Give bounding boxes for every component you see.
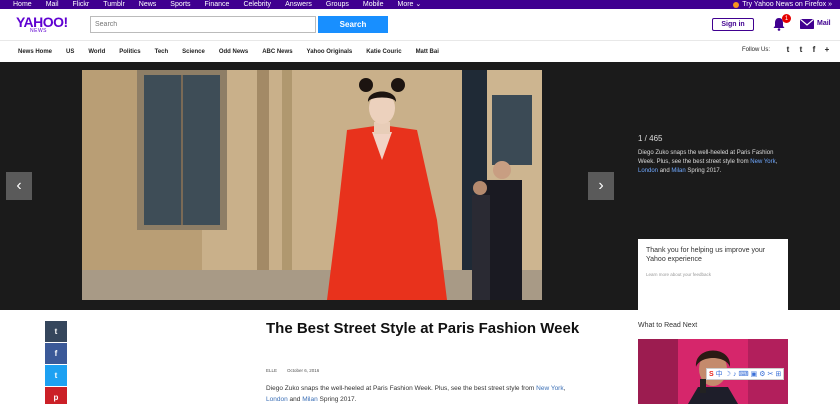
top-link-finance[interactable]: Finance <box>198 0 237 9</box>
search-button[interactable]: Search <box>318 16 388 33</box>
pinterest-share-icon: p <box>53 393 59 402</box>
twitter-icon[interactable]: t <box>797 45 805 54</box>
nav-science[interactable]: Science <box>182 49 205 55</box>
summary-link-london[interactable]: London <box>266 396 288 403</box>
facebook-share-icon: f <box>54 349 58 358</box>
summary-tail: Spring 2017. <box>319 396 357 403</box>
caption-link-new-york[interactable]: New York <box>750 159 775 165</box>
moon-icon[interactable]: ☽ <box>725 370 731 378</box>
street-style-photo <box>82 70 542 300</box>
caption-separator: , <box>775 159 778 165</box>
nav-us[interactable]: US <box>66 49 74 55</box>
top-link-more[interactable]: More ⌄ <box>391 0 429 9</box>
top-link-tumblr[interactable]: Tumblr <box>96 0 132 9</box>
share-facebook-button[interactable]: f <box>45 343 67 364</box>
nav-odd-news[interactable]: Odd News <box>219 49 248 55</box>
tumblr-icon[interactable]: t <box>784 45 792 54</box>
facebook-icon[interactable]: f <box>810 45 818 54</box>
nav-abc-news[interactable]: ABC News <box>262 49 292 55</box>
input-method-toolbar: S 中 ☽ ♪ ⌨ ▣ ⚙ ✂ ⊞ <box>706 368 785 380</box>
tumblr-share-icon: t <box>54 327 58 336</box>
follow-us-label: Follow Us: <box>742 47 771 53</box>
top-link-celebrity[interactable]: Celebrity <box>236 0 278 9</box>
summary-separator: , <box>563 385 566 392</box>
top-link-home[interactable]: Home <box>6 0 39 9</box>
slide-caption: Diego Zuko snaps the well-heeled at Pari… <box>638 149 783 176</box>
settings-icon[interactable]: ⚙ <box>759 370 765 378</box>
nav-politics[interactable]: Politics <box>119 49 140 55</box>
article-summary: Diego Zuko snaps the well-heeled at Pari… <box>266 383 586 404</box>
slide-photo[interactable] <box>82 70 542 300</box>
toolbox-icon[interactable]: ⊞ <box>775 370 781 378</box>
top-link-groups[interactable]: Groups <box>319 0 356 9</box>
twitter-share-icon: t <box>54 371 58 380</box>
top-link-answers[interactable]: Answers <box>278 0 319 9</box>
caption-tail: Spring 2017. <box>687 168 722 174</box>
feedback-title: Thank you for helping us improve your Ya… <box>646 247 766 263</box>
share-buttons: t f t p <box>45 321 67 404</box>
article-meta: ELLE October 6, 2016 <box>266 368 319 373</box>
skin-icon[interactable]: ▣ <box>751 370 758 378</box>
top-utility-bar: Home Mail Flickr Tumblr News Sports Fina… <box>0 0 840 9</box>
what-to-read-next-title: What to Read Next <box>638 322 698 329</box>
search-input[interactable] <box>90 16 316 33</box>
nav-world[interactable]: World <box>88 49 105 55</box>
sogou-logo-icon[interactable]: S <box>709 370 714 378</box>
header: YAHOO! NEWS Search Sign in 1 Mail <box>0 9 840 40</box>
yahoo-news-sublogo: NEWS <box>30 28 47 34</box>
top-links: Home Mail Flickr Tumblr News Sports Fina… <box>0 0 428 9</box>
notification-badge: 1 <box>782 14 791 23</box>
keyboard-icon[interactable]: ⌨ <box>738 370 748 378</box>
top-link-mail[interactable]: Mail <box>39 0 66 9</box>
news-nav: News Home US World Politics Tech Science… <box>0 40 840 62</box>
google-plus-icon[interactable]: + <box>823 45 831 54</box>
summary-text: Diego Zuko snaps the well-heeled at Pari… <box>266 385 535 392</box>
nav-matt-bai[interactable]: Matt Bai <box>416 49 439 55</box>
nav-katie-couric[interactable]: Katie Couric <box>366 49 401 55</box>
firefox-promo-label: Try Yahoo News on Firefox » <box>742 1 832 8</box>
caption-and: and <box>659 168 670 174</box>
caption-link-milan[interactable]: Milan <box>671 168 685 174</box>
mail-link[interactable]: Mail <box>817 20 831 27</box>
share-twitter-button[interactable]: t <box>45 365 67 386</box>
article-title: The Best Street Style at Paris Fashion W… <box>266 320 580 337</box>
chevron-left-icon: ‹ <box>16 177 22 194</box>
caption-link-london[interactable]: London <box>638 168 658 174</box>
voice-icon[interactable]: ♪ <box>733 370 737 378</box>
nav-news-home[interactable]: News Home <box>18 49 52 55</box>
article-source[interactable]: ELLE <box>266 368 277 373</box>
firefox-icon <box>733 1 740 8</box>
top-link-news[interactable]: News <box>132 0 164 9</box>
summary-link-milan[interactable]: Milan <box>302 396 318 403</box>
next-slide-button[interactable]: › <box>588 172 614 200</box>
feedback-learn-more-link[interactable]: Learn more about your feedback <box>646 272 780 277</box>
nav-yahoo-originals[interactable]: Yahoo Originals <box>307 49 353 55</box>
share-tumblr-button[interactable]: t <box>45 321 67 342</box>
top-link-sports[interactable]: Sports <box>163 0 197 9</box>
yahoo-logo[interactable]: YAHOO! <box>16 15 68 29</box>
share-pinterest-button[interactable]: p <box>45 387 67 404</box>
nav-tech[interactable]: Tech <box>155 49 169 55</box>
top-link-mobile[interactable]: Mobile <box>356 0 391 9</box>
summary-link-new-york[interactable]: New York <box>536 385 563 392</box>
slideshow: ‹ › 1 / 465 Diego Zuko snaps the well-he… <box>0 62 840 362</box>
article-date: October 6, 2016 <box>287 368 320 373</box>
mail-icon[interactable] <box>800 19 814 29</box>
scissors-icon[interactable]: ✂ <box>767 370 773 378</box>
slide-counter: 1 / 465 <box>638 134 663 143</box>
firefox-promo[interactable]: Try Yahoo News on Firefox » <box>733 0 840 9</box>
previous-slide-button[interactable]: ‹ <box>6 172 32 200</box>
chevron-right-icon: › <box>598 177 604 194</box>
top-link-flickr[interactable]: Flickr <box>66 0 97 9</box>
sign-in-button[interactable]: Sign in <box>712 18 754 31</box>
follow-social-icons: t t f + <box>784 45 831 54</box>
summary-and: and <box>289 396 301 403</box>
language-toggle-icon[interactable]: 中 <box>716 370 723 378</box>
